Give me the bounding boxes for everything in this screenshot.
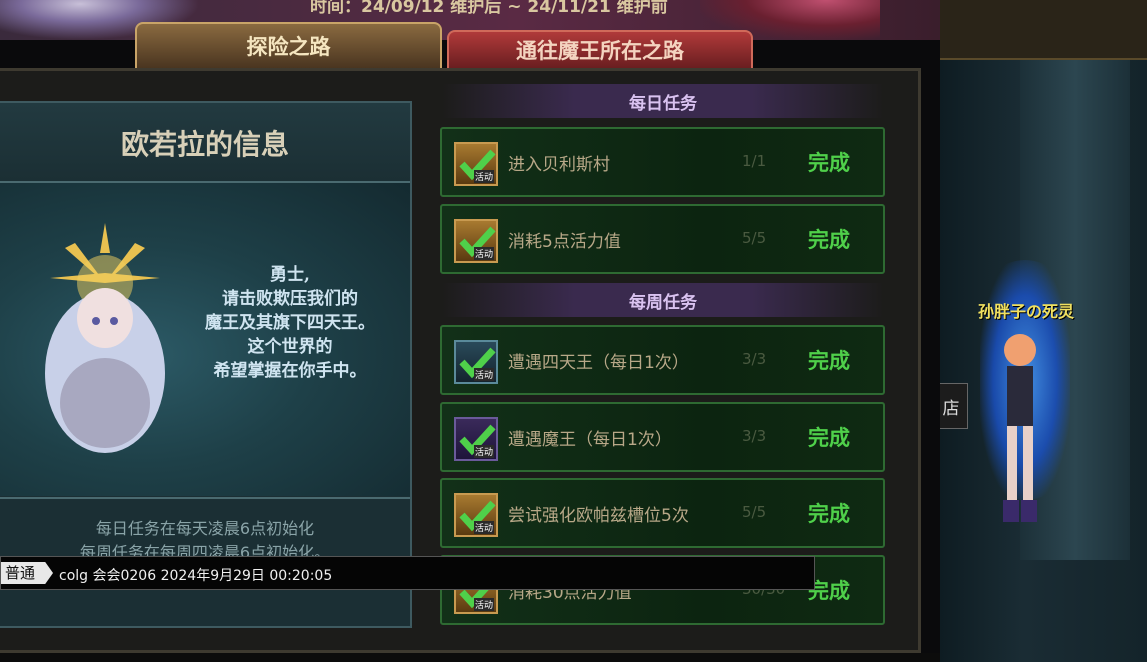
- player-character[interactable]: [985, 320, 1055, 530]
- quest-name: 进入贝利斯村: [508, 155, 610, 175]
- event-tag: 活动: [473, 368, 494, 381]
- quest-row[interactable]: 活动 尝试强化欧帕兹槽位5次 5/5 完成: [440, 478, 885, 548]
- event-tag: 活动: [473, 598, 494, 611]
- speech-line: 这个世界的: [247, 337, 333, 357]
- chat-message: colg 会会0206 2024年9月29日 00:20:05: [59, 568, 333, 584]
- event-tag: 活动: [473, 247, 494, 260]
- bottom-edge: [0, 653, 940, 662]
- scene-top-ledge: [940, 0, 1147, 60]
- quest-row[interactable]: 活动 遭遇四天王（每日1次） 3/3 完成: [440, 325, 885, 395]
- quest-row[interactable]: 活动 消耗5点活力值 5/5 完成: [440, 204, 885, 274]
- quest-scroll-icon: 活动: [454, 219, 498, 263]
- quest-row[interactable]: 活动 遭遇魔王（每日1次） 3/3 完成: [440, 402, 885, 472]
- chat-channel-selector[interactable]: 普通: [1, 562, 54, 584]
- quest-name: 消耗5点活力值: [508, 232, 621, 252]
- quest-row[interactable]: 活动 进入贝利斯村 1/1 完成: [440, 127, 885, 197]
- quest-orb-icon: 活动: [454, 417, 498, 461]
- event-tag: 活动: [473, 170, 494, 183]
- aurora-portrait: [45, 223, 165, 453]
- weekly-quests-title: 每周任务: [442, 283, 884, 317]
- daily-reset-rule: 每日任务在每天凌晨6点初始化: [95, 519, 315, 538]
- quest-progress: 3/3: [742, 350, 767, 368]
- daily-quests-title: 每日任务: [442, 84, 884, 118]
- aurora-info-panel: 欧若拉的信息 勇士, 请击败欺压我们的 魔王及其旗下四天王。 这个世界的 希望掌…: [0, 101, 412, 628]
- info-title-bar: 欧若拉的信息: [0, 103, 410, 183]
- quest-name: 遭遇魔王（每日1次）: [508, 430, 672, 450]
- event-tag: 活动: [473, 521, 494, 534]
- event-period-text: 时间：24/09/12 维护后 ~ 24/11/21 维护前: [310, 0, 668, 17]
- quest-progress: 5/5: [742, 229, 767, 247]
- quest-progress: 1/1: [742, 152, 767, 170]
- player-name-label: 孙胖子の死灵: [978, 302, 1075, 321]
- quest-name: 遭遇四天王（每日1次）: [508, 353, 689, 373]
- tab-road-to-demon-king[interactable]: 通往魔王所在之路: [447, 30, 753, 68]
- quest-scroll-icon: 活动: [454, 493, 498, 537]
- quest-progress: 5/5: [742, 503, 767, 521]
- tab-adventure-road[interactable]: 探险之路: [135, 22, 442, 68]
- info-scene: 勇士, 请击败欺压我们的 魔王及其旗下四天王。 这个世界的 希望掌握在你手中。: [0, 183, 410, 496]
- quest-complete-button[interactable]: 完成: [808, 345, 850, 375]
- shop-sign[interactable]: 店: [940, 383, 968, 429]
- quest-scroll-icon: 活动: [454, 142, 498, 186]
- speech-line: 请击败欺压我们的: [222, 289, 358, 309]
- speech-line: 魔王及其旗下四天王。: [205, 313, 375, 333]
- chat-bar[interactable]: 普通 colg 会会0206 2024年9月29日 00:20:05: [0, 556, 815, 590]
- quest-progress: 3/3: [742, 427, 767, 445]
- quest-complete-button[interactable]: 完成: [808, 147, 850, 177]
- aurora-speech: 勇士, 请击败欺压我们的 魔王及其旗下四天王。 这个世界的 希望掌握在你手中。: [180, 263, 400, 383]
- quest-name: 尝试强化欧帕兹槽位5次: [508, 506, 689, 526]
- event-tag: 活动: [473, 445, 494, 458]
- game-world-view[interactable]: 孙胖子の死灵 店: [940, 0, 1147, 662]
- quest-crest-icon: 活动: [454, 340, 498, 384]
- speech-line: 希望掌握在你手中。: [213, 361, 367, 381]
- quest-complete-button[interactable]: 完成: [808, 422, 850, 452]
- info-title: 欧若拉的信息: [120, 128, 289, 161]
- speech-line: 勇士,: [270, 265, 310, 285]
- quest-complete-button[interactable]: 完成: [808, 224, 850, 254]
- quest-complete-button[interactable]: 完成: [808, 498, 850, 528]
